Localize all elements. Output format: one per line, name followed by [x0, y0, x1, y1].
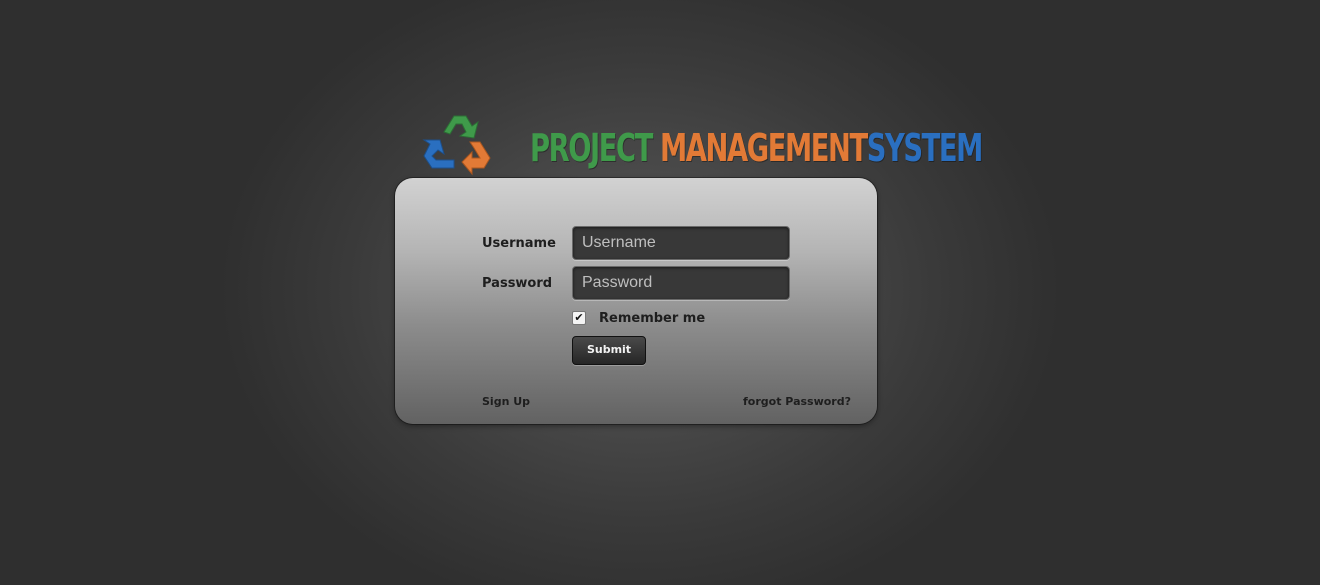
- logo-word-management: MANAGEMENT: [660, 126, 868, 170]
- username-input[interactable]: [572, 226, 790, 260]
- password-label: Password: [482, 276, 553, 291]
- logo-word-system: SYSTEM: [866, 126, 984, 170]
- logo-title: PROJECT MANAGEMENTSYSTEM: [530, 126, 984, 170]
- logo: PROJECT MANAGEMENTSYSTEM: [420, 112, 983, 176]
- submit-button[interactable]: Submit: [572, 336, 646, 365]
- remember-me-checkbox[interactable]: ✔: [572, 311, 586, 325]
- username-label: Username: [482, 236, 556, 251]
- password-input[interactable]: [572, 266, 790, 300]
- sign-up-link[interactable]: Sign Up: [482, 395, 530, 408]
- forgot-password-link[interactable]: forgot Password?: [743, 395, 851, 408]
- logo-word-project: PROJECT: [530, 126, 653, 170]
- login-panel: Username Password ✔ Remember me Submit S…: [395, 178, 877, 424]
- remember-me-label: Remember me: [599, 311, 706, 326]
- recycle-arrows-icon: [422, 115, 491, 176]
